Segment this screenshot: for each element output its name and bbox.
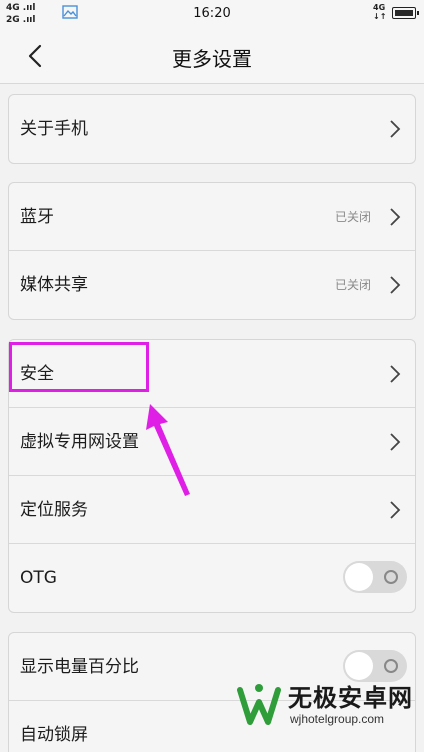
chevron-right-icon <box>390 276 401 294</box>
chevron-right-icon <box>390 365 401 383</box>
otg-row: OTG <box>9 544 415 612</box>
row-label: OTG <box>20 568 57 588</box>
bluetooth-row[interactable]: 蓝牙 已关闭 <box>9 183 415 251</box>
watermark-name: 无极安卓网 <box>288 684 413 712</box>
settings-group-connectivity: 蓝牙 已关闭 媒体共享 已关闭 <box>8 182 416 320</box>
network-type: 4G ↓↑ <box>373 3 387 21</box>
annotation-arrow-icon <box>146 404 190 496</box>
row-status: 已关闭 <box>334 278 371 292</box>
row-label: 关于手机 <box>20 119 88 139</box>
row-label: 媒体共享 <box>20 275 88 295</box>
row-status: 已关闭 <box>334 210 371 224</box>
chevron-right-icon <box>390 501 401 519</box>
chevron-right-icon <box>390 120 401 138</box>
chevron-right-icon <box>390 208 401 226</box>
row-label: 虚拟专用网设置 <box>20 432 139 452</box>
watermark: 无极安卓网 wjhotelgroup.com <box>230 676 424 752</box>
row-label: 显示电量百分比 <box>20 657 139 677</box>
location-services-row[interactable]: 定位服务 <box>9 476 415 544</box>
watermark-url: wjhotelgroup.com <box>290 712 385 726</box>
chevron-right-icon <box>390 433 401 451</box>
about-phone-row[interactable]: 关于手机 <box>9 95 415 163</box>
media-sharing-row[interactable]: 媒体共享 已关闭 <box>9 251 415 319</box>
status-time: 16:20 <box>193 6 231 21</box>
row-label: 自动锁屏 <box>20 725 88 745</box>
otg-toggle[interactable] <box>343 561 407 593</box>
settings-group-about: 关于手机 <box>8 94 416 164</box>
row-label: 蓝牙 <box>20 207 54 227</box>
battery-icon <box>392 7 419 19</box>
row-label: 定位服务 <box>20 500 88 520</box>
highlight-box <box>9 342 149 392</box>
watermark-logo-icon <box>237 684 281 725</box>
status-bar: 4G .ııl 2G .ııl 16:20 4G ↓↑ <box>0 0 424 28</box>
header-bar: 更多设置 <box>0 28 424 84</box>
vpn-settings-row[interactable]: 虚拟专用网设置 <box>9 408 415 476</box>
page-title: 更多设置 <box>172 47 252 71</box>
